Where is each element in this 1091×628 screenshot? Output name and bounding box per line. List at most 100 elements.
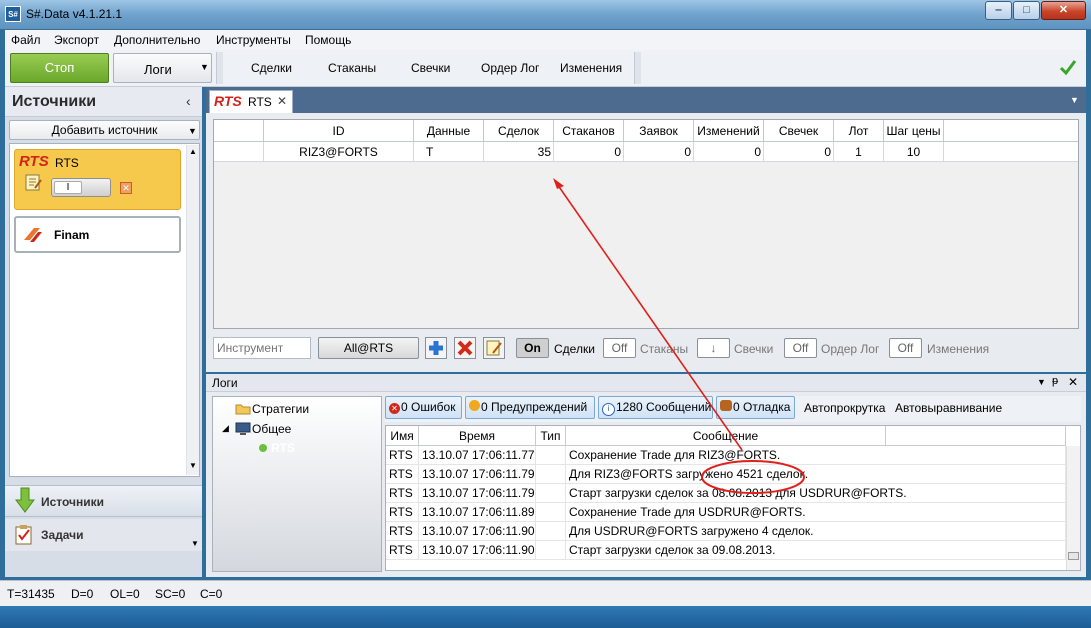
pin-icon[interactable]: ᵽ xyxy=(1052,375,1058,387)
chevron-down-icon[interactable]: ▼ xyxy=(191,539,199,548)
menu-help[interactable]: Помощь xyxy=(305,33,351,47)
tree-item-strategies[interactable]: Стратегии xyxy=(252,402,309,416)
minimize-button[interactable]: ‒ xyxy=(985,1,1012,20)
log-header[interactable]: Имя xyxy=(386,426,419,446)
edit-icon[interactable] xyxy=(25,174,43,192)
logs-dropdown[interactable]: Логи ▼ xyxy=(113,53,212,83)
source-rts[interactable]: RTS RTS I ✕ xyxy=(14,149,181,210)
messages-filter[interactable]: i 1280 Сообщений xyxy=(598,396,713,419)
log-row[interactable]: RTS 13.10.07 17:06:11.778 Сохранение Trade… xyxy=(386,446,1066,465)
log-header[interactable]: Время xyxy=(419,426,536,446)
remove-icon[interactable]: ✕ xyxy=(120,182,132,194)
toolbar-grip-2[interactable] xyxy=(634,52,641,84)
changes-toggle[interactable]: Off xyxy=(889,338,922,358)
toolbar-trades[interactable]: Сделки xyxy=(251,61,292,75)
log-row[interactable]: RTS 13.10.07 17:06:11.900 Для USDRUR@FORTS… xyxy=(386,522,1066,541)
log-row[interactable]: RTS 13.10.07 17:06:11.900 Старт загрузки с… xyxy=(386,541,1066,560)
download-arrow-icon xyxy=(15,487,35,513)
grid-cell[interactable]: 35 xyxy=(484,142,554,162)
autoscroll-option[interactable]: Автопрокрутка xyxy=(804,401,885,415)
add-button[interactable] xyxy=(425,337,447,359)
source-finam[interactable]: Finam xyxy=(14,216,181,253)
grid-cell[interactable]: 10 xyxy=(884,142,944,162)
grid-cell-filler xyxy=(944,142,1078,162)
log-scrollbar[interactable] xyxy=(1066,446,1080,570)
tab-rts[interactable]: RTS RTS ✕ xyxy=(209,90,293,113)
menu-tools[interactable]: Инструменты xyxy=(216,33,291,47)
log-row[interactable]: RTS 13.10.07 17:06:11.796 Старт загрузки с… xyxy=(386,484,1066,503)
stop-button[interactable]: Стоп xyxy=(10,53,109,83)
grid-header[interactable]: Сделок xyxy=(484,120,554,142)
log-row[interactable]: RTS 13.10.07 17:06:11.796 Для RIZ3@FORTS з… xyxy=(386,465,1066,484)
grid-header[interactable]: ID xyxy=(264,120,414,142)
toolbar-changes[interactable]: Изменения xyxy=(560,61,622,75)
orderlog-toggle-label: Ордер Лог xyxy=(821,342,880,356)
grid-header[interactable]: Стаканов xyxy=(554,120,624,142)
chevron-down-icon[interactable]: ▼ xyxy=(1037,377,1046,387)
toggle-thumb: I xyxy=(54,181,82,194)
tab-menu-icon[interactable]: ▼ xyxy=(1070,95,1079,105)
menu-export[interactable]: Экспорт xyxy=(54,33,99,47)
grid-header[interactable]: Шаг цены xyxy=(884,120,944,142)
grid-header[interactable]: Свечек xyxy=(764,120,834,142)
log-cell: Сохранение Trade для RIZ3@FORTS. xyxy=(566,446,1066,465)
log-cell: Старт загрузки сделок за 08.08.2013 для … xyxy=(566,484,1066,503)
menu-additional[interactable]: Дополнительно xyxy=(114,33,200,47)
depths-toggle[interactable]: Off xyxy=(603,338,636,358)
grid-cell[interactable]: 0 xyxy=(694,142,764,162)
tree-expander-icon[interactable]: ◢ xyxy=(222,423,229,434)
collapse-icon[interactable]: ‹ xyxy=(186,93,191,109)
grid-cell[interactable]: 0 xyxy=(624,142,694,162)
scroll-up-icon[interactable]: ▲ xyxy=(189,147,197,156)
depths-toggle-label: Стаканы xyxy=(640,342,689,356)
source-toggle[interactable]: I xyxy=(51,178,111,197)
tab-close-icon[interactable]: ✕ xyxy=(277,94,287,108)
grid-cell[interactable]: T xyxy=(414,142,484,162)
delete-button[interactable] xyxy=(454,337,476,359)
toolbar-candles[interactable]: Свечки xyxy=(411,61,450,75)
candles-toggle[interactable]: ↓ xyxy=(697,338,730,358)
grid-cell[interactable]: RIZ3@FORTS xyxy=(264,142,414,162)
grid-header[interactable]: Изменений xyxy=(694,120,764,142)
nav-tasks[interactable]: Задачи ▼ xyxy=(5,519,202,551)
chevron-down-icon: ▼ xyxy=(188,126,197,136)
autoalign-option[interactable]: Автовыравнивание xyxy=(895,401,1002,415)
edit-button[interactable] xyxy=(483,337,505,359)
close-button[interactable]: ✕ xyxy=(1041,1,1086,20)
tree-item-rts[interactable]: RTS xyxy=(271,441,295,455)
errors-filter[interactable]: ✕ 0 Ошибок xyxy=(385,396,462,419)
log-header[interactable]: Тип xyxy=(536,426,566,446)
grid-row-selector[interactable] xyxy=(214,142,264,162)
grid-header[interactable]: Лот xyxy=(834,120,884,142)
trades-toggle[interactable]: On xyxy=(516,338,549,358)
logs-dropdown-label: Логи xyxy=(144,62,172,77)
orderlog-toggle[interactable]: Off xyxy=(784,338,817,358)
toolbar-orderlog[interactable]: Ордер Лог xyxy=(481,61,539,75)
tree-item-general[interactable]: Общее xyxy=(252,422,291,436)
add-source-button[interactable]: Добавить источник ▼ xyxy=(9,120,200,140)
maximize-button[interactable]: □ xyxy=(1013,1,1040,20)
log-cell xyxy=(536,465,566,484)
log-header[interactable]: Сообщение xyxy=(566,426,886,446)
all-rts-button[interactable]: All@RTS xyxy=(318,337,419,359)
nav-sources[interactable]: Источники xyxy=(5,485,202,517)
grid-header[interactable]: Заявок xyxy=(624,120,694,142)
log-cell xyxy=(536,484,566,503)
warnings-filter[interactable]: 0 Предупреждений xyxy=(465,396,595,419)
errors-filter-label: 0 Ошибок xyxy=(401,400,456,414)
grid-cell[interactable]: 0 xyxy=(764,142,834,162)
grid-cell[interactable]: 1 xyxy=(834,142,884,162)
menu-file[interactable]: Файл xyxy=(11,33,41,47)
grid-cell[interactable]: 0 xyxy=(554,142,624,162)
grid-header[interactable]: Данные xyxy=(414,120,484,142)
log-cell: 13.10.07 17:06:11.900 xyxy=(419,522,536,541)
scroll-thumb[interactable] xyxy=(1068,552,1079,560)
instrument-input[interactable] xyxy=(213,337,311,359)
toolbar-grip[interactable] xyxy=(216,52,223,84)
toolbar-depths[interactable]: Стаканы xyxy=(328,61,376,75)
log-row[interactable]: RTS 13.10.07 17:06:11.897 Сохранение Trade… xyxy=(386,503,1066,522)
scroll-down-icon[interactable]: ▼ xyxy=(189,461,197,470)
debug-filter[interactable]: 0 Отладка xyxy=(716,396,795,419)
close-icon[interactable]: ✕ xyxy=(1068,375,1078,389)
scrollbar[interactable]: ▲ ▼ xyxy=(186,145,199,475)
